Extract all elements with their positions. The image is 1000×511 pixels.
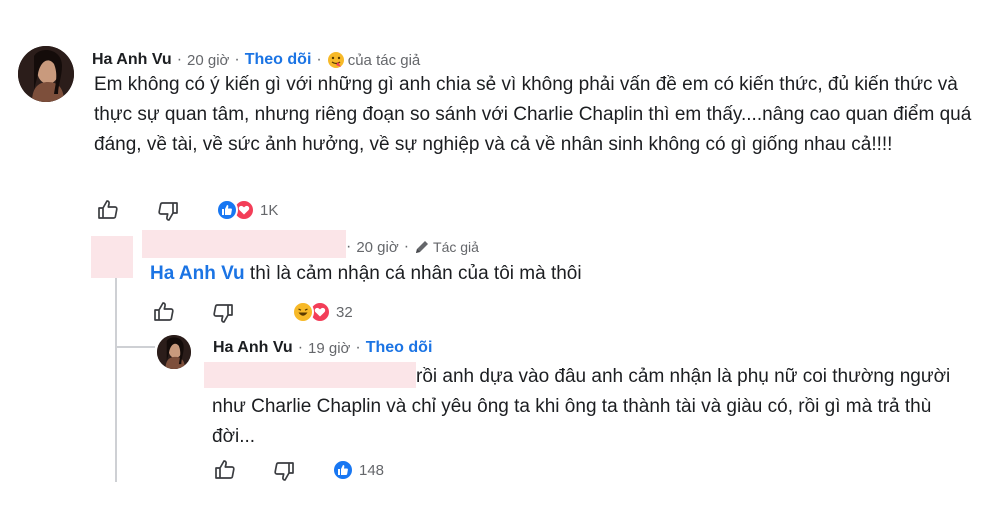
comment-thread: Ha Anh Vu · 20 giờ · Theo dõi · của tác … [0, 0, 1000, 511]
author-name[interactable]: Ha Anh Vu [213, 339, 293, 357]
avatar[interactable] [18, 46, 74, 102]
redacted-author-name [142, 230, 346, 258]
timestamp[interactable]: 19 giờ [308, 340, 350, 357]
author-badge: Tác giả [433, 239, 479, 255]
like-icon[interactable] [213, 458, 237, 487]
follow-button[interactable]: Theo dõi [245, 51, 312, 69]
reaction-count: 1K [260, 201, 279, 219]
timestamp[interactable]: 20 giờ [356, 239, 398, 256]
dislike-icon[interactable] [211, 301, 235, 330]
author-badge: của tác giả [347, 51, 421, 69]
reaction-count: 32 [336, 303, 353, 321]
comment-header: · 20 giờ · Tác giả [346, 238, 479, 256]
comment-text: Ha Anh Vu thì là cảm nhận cá nhân của tô… [150, 263, 582, 284]
thread-connector [115, 268, 117, 482]
comment-text: rồi anh dựa vào đâu anh cảm nhận là phụ … [212, 366, 951, 447]
author-emoji-icon [327, 51, 345, 69]
dislike-icon[interactable] [272, 459, 296, 488]
haha-reaction-icon [292, 301, 314, 323]
thread-connector [115, 346, 155, 348]
author-name[interactable]: Ha Anh Vu [92, 51, 172, 69]
reaction-summary[interactable]: 1K [216, 199, 278, 221]
mention-link[interactable]: Ha Anh Vu [150, 263, 245, 284]
pen-icon [414, 239, 430, 255]
redacted-avatar [91, 236, 133, 278]
dislike-icon[interactable] [156, 199, 180, 228]
comment-header: Ha Anh Vu · 20 giờ · Theo dõi · của tác … [92, 51, 421, 69]
like-icon[interactable] [96, 198, 120, 227]
reaction-summary[interactable]: 148 [332, 459, 384, 481]
avatar[interactable] [157, 335, 191, 369]
reaction-summary[interactable]: 32 [292, 301, 353, 323]
like-reaction-icon [332, 459, 354, 481]
comment-text: Em không có ý kiến gì với những gì anh c… [94, 74, 972, 155]
comment-header: Ha Anh Vu · 19 giờ · Theo dõi [213, 339, 433, 357]
reaction-count: 148 [359, 461, 385, 479]
follow-button[interactable]: Theo dõi [366, 339, 433, 357]
like-reaction-icon [216, 199, 238, 221]
like-icon[interactable] [152, 300, 176, 329]
timestamp[interactable]: 20 giờ [187, 52, 229, 69]
